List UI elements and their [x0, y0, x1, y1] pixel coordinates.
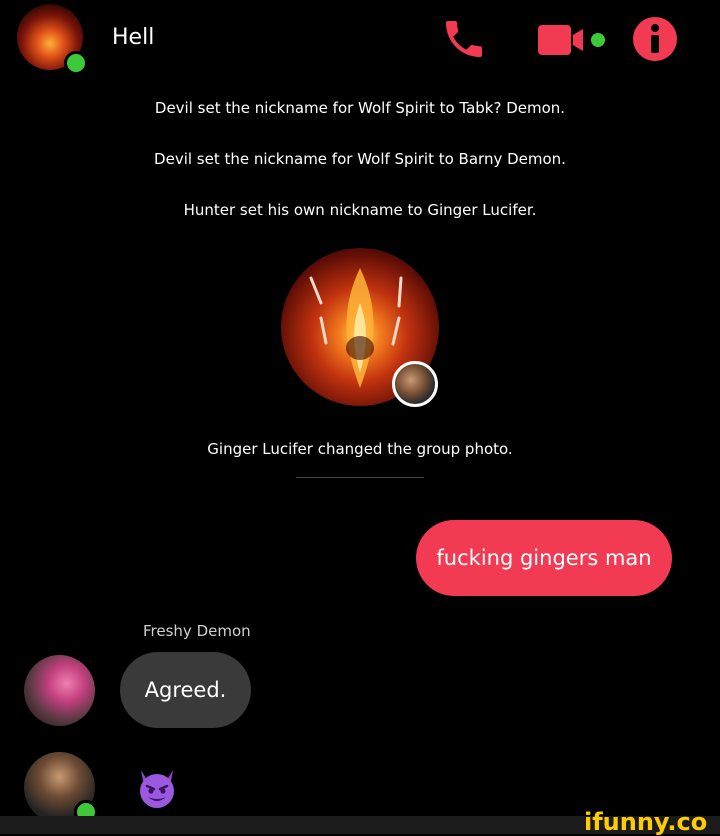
phone-icon[interactable] [440, 15, 488, 63]
group-photo-change-message: Ginger Lucifer changed the group photo. [207, 440, 513, 458]
changer-avatar[interactable] [392, 361, 438, 407]
conversation-title[interactable]: Hell [112, 25, 154, 50]
online-indicator [64, 51, 88, 75]
divider [296, 477, 424, 478]
message-text: Agreed. [144, 678, 227, 702]
smiling-devil-icon[interactable] [135, 766, 179, 810]
system-message: Devil set the nickname for Wolf Spirit t… [154, 99, 566, 117]
sender-avatar[interactable] [24, 655, 95, 726]
system-message: Devil set the nickname for Wolf Spirit t… [154, 150, 566, 168]
video-camera-icon[interactable] [536, 20, 611, 60]
message-text: fucking gingers man [436, 546, 652, 570]
system-message: Hunter set his own nickname to Ginger Lu… [183, 201, 537, 219]
sender-name: Freshy Demon [143, 622, 251, 640]
incoming-message-bubble[interactable]: Agreed. [120, 652, 251, 728]
info-icon[interactable] [632, 16, 678, 62]
watermark-logo: ifunny.co [584, 808, 708, 836]
outgoing-message-bubble[interactable]: fucking gingers man [416, 520, 672, 596]
